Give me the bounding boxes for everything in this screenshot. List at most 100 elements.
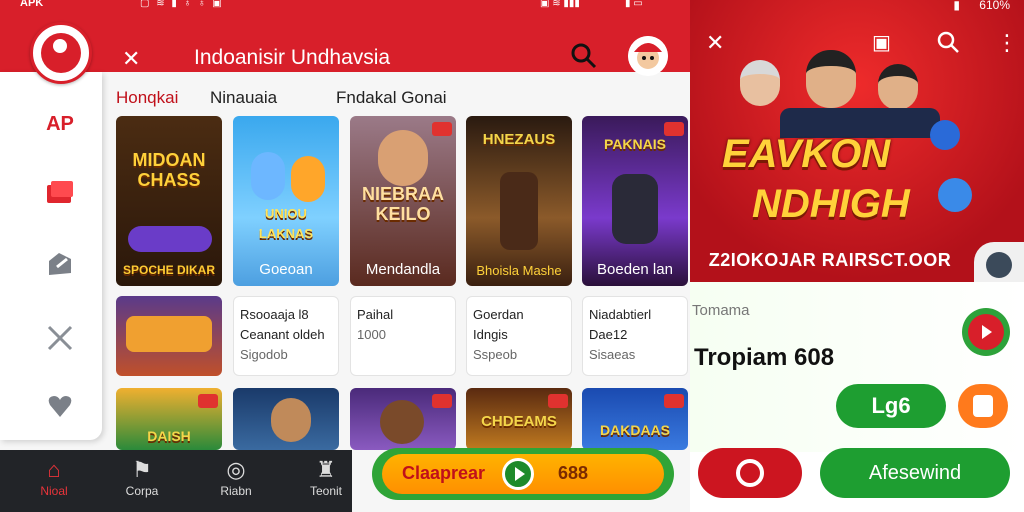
game-art [500,172,538,250]
banner-title: EAVKON [722,132,891,176]
gift-icon [973,395,993,417]
cards-icon [47,181,73,203]
game-card[interactable]: DAKDAAS [582,388,688,450]
banner-subtitle: Z2IOKOJAR RAIRSCT.OOR [708,250,952,270]
status-carrier: APK [20,0,44,9]
tab-fndakal-gonai[interactable]: Fndakal Gonai [336,88,447,108]
app-title: Indoanisir Undhavsia [194,46,391,69]
game-art [128,226,212,252]
nav-label: Teonit [309,484,343,498]
sidebar-item-share[interactable] [36,246,84,282]
more-icon[interactable]: ⋮ [996,30,1018,56]
shuffle-icon[interactable]: ✕ [122,46,140,72]
log-button[interactable]: Lg6 [836,384,946,428]
sidebar-item-favorites[interactable] [36,388,84,424]
game-card[interactable] [350,388,456,450]
info-card-line: Idngis [473,327,508,342]
sidebar-item-tools[interactable] [36,320,84,356]
info-card-title: Rsooaaja l8 [240,307,309,322]
promo-panel: Tomama Tropiam 608 Lg6 [690,282,1024,452]
status-bar: APK ▢ ≋ ▮ ♁ ♁ ▣ ▣ ≋ ▮▮▮ ▮ ▭ [0,0,690,12]
game-card-caption: Mendandla [365,261,441,278]
share-icon [49,253,71,275]
info-card[interactable]: Niadabtierl Dae12 Sisaeas [582,296,688,376]
gift-button[interactable] [958,384,1008,428]
sidebar-item-ap[interactable]: AP [36,106,84,142]
nav-label: Corpa [125,484,159,498]
game-card-title: CHDEAMS [481,413,557,430]
nav-label: Nioal [40,484,68,498]
game-card-caption: Goeoan [259,261,313,278]
app-logo[interactable] [30,22,92,84]
claim-button[interactable]: Claaprear 688 [372,448,674,500]
game-card-title: MIDOAN CHASS [132,150,206,190]
tab-ninauaia[interactable]: Ninauaia [210,88,277,108]
info-card[interactable]: Paihal 1000 [350,296,456,376]
hot-badge [664,394,684,408]
info-card-meta: Sspeob [473,347,518,362]
play-button[interactable] [962,308,1010,356]
avatar[interactable] [628,36,668,76]
game-art [271,398,311,442]
hot-badge [432,394,452,408]
message-icon: ◎ [226,457,246,482]
sidebar: AP [0,72,102,440]
info-card[interactable]: Goerdan Idngis Sspeob [466,296,572,376]
game-card-title: DAKDAAS [600,422,670,438]
game-card[interactable] [116,296,222,376]
target-button[interactable] [698,448,802,498]
search-icon[interactable] [570,42,598,70]
info-card-meta: Sigodob [240,347,288,362]
hot-badge [432,122,452,136]
nav-item-corpa[interactable]: ⚑ Corpa [112,456,172,498]
battery-icon: ▮ ▭ [625,0,643,9]
settings-icon[interactable] [974,242,1024,282]
nav-item-home[interactable]: ⌂ Nioal [24,456,84,498]
info-card[interactable]: Rsooaaja l8 Ceanant oldeh Sigodob [233,296,339,376]
play-icon [968,314,1004,350]
claim-value: 688 [558,463,589,483]
game-card[interactable]: CHDEAMS [466,388,572,450]
game-card-caption: Boeden lan [597,261,673,278]
game-card[interactable]: MIDOAN CHASS SPOCHE DIKAR [116,116,222,286]
hot-badge [198,394,218,408]
info-card-line: 1000 [357,327,386,342]
shuffle-icon[interactable]: ✕ [706,30,724,56]
right-pane: ▮ 610% ✕ ▣ ⋮ EAVKON NDHIGH Z2IOKOJAR RAI… [690,0,1024,512]
status-icons: ▢ ≋ ▮ ♁ ♁ ▣ [140,0,224,9]
game-card[interactable]: DAISH [116,388,222,450]
game-card-caption: Bhoisla Mashe [476,263,562,278]
trophy-icon: ♜ [316,457,336,482]
tab-honqkai[interactable]: Honqkai [116,88,178,108]
promo-label: Tomama [692,302,750,319]
game-card[interactable]: HNEZAUS Bhoisla Mashe [466,116,572,286]
promo-banner[interactable]: ▮ 610% ✕ ▣ ⋮ EAVKON NDHIGH Z2IOKOJAR RAI… [690,0,1024,282]
tools-icon [47,325,73,351]
game-art [612,174,658,244]
home-icon: ⌂ [47,457,61,482]
game-card[interactable] [233,388,339,450]
sidebar-item-cards[interactable] [36,174,84,210]
app-header: ✕ Indoanisir Undhavsia [0,12,690,76]
game-card-title: HNEZAUS [482,131,556,148]
battery-level: 610% [979,0,1010,12]
hot-badge [548,394,568,408]
game-art [126,316,212,352]
game-card[interactable]: PAKNAIS Boeden lan [582,116,688,286]
game-card-title: UNIOU LAKNAS [258,206,314,241]
game-art [380,400,424,444]
game-card-title: NIEBRAA KEILO [361,184,444,224]
game-art [251,152,285,200]
gem-decoration [938,178,972,212]
game-art [378,130,428,186]
game-art [291,156,325,202]
nav-item-teonit[interactable]: ♜ Teonit [296,456,356,498]
play-icon [502,458,534,490]
bottom-action-button[interactable]: Afesewind [820,448,1010,498]
game-card[interactable]: UNIOU LAKNAS Goeoan [233,116,339,286]
status-bar-right: ▮ 610% [690,0,1024,14]
nav-label: Riabn [220,484,252,498]
nav-item-riabn[interactable]: ◎ Riabn [206,456,266,498]
left-pane: APK ▢ ≋ ▮ ♁ ♁ ▣ ▣ ≋ ▮▮▮ ▮ ▭ ✕ Indoanisir… [0,0,690,512]
game-card[interactable]: NIEBRAA KEILO Mendandla [350,116,456,286]
